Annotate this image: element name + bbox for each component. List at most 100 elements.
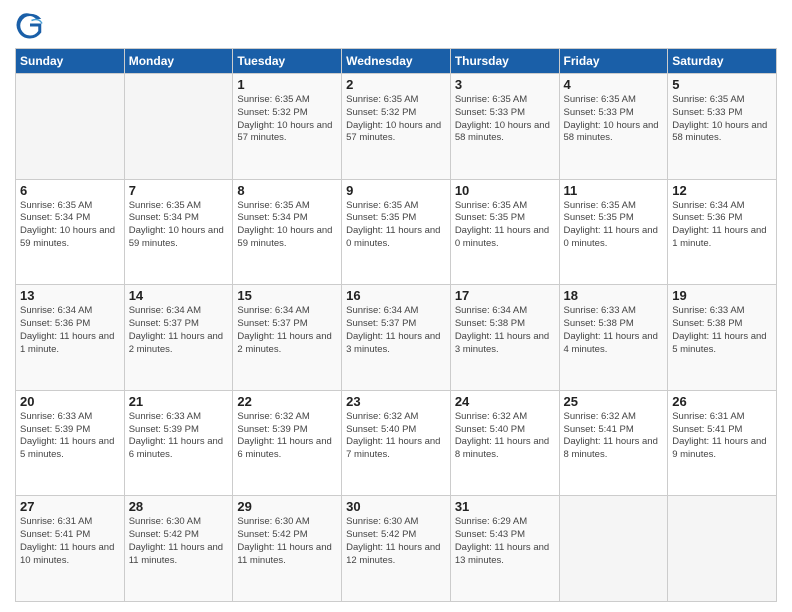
day-cell: 27Sunrise: 6:31 AM Sunset: 5:41 PM Dayli… [16,496,125,602]
day-info: Sunrise: 6:31 AM Sunset: 5:41 PM Dayligh… [672,411,772,462]
day-info: Sunrise: 6:35 AM Sunset: 5:34 PM Dayligh… [129,200,229,251]
day-cell: 4 Sunrise: 6:35 AM Sunset: 5:33 PM Daylig… [559,74,668,180]
day-cell: 18 Sunrise: 6:33 AM Sunset: 5:38 PM Dayli… [559,285,668,391]
day-number: 20 [20,394,120,409]
day-number: 30 [346,499,446,514]
day-number: 10 [455,183,555,198]
day-info: Sunrise: 6:29 AM Sunset: 5:43 PM Dayligh… [455,516,555,567]
day-cell: 21Sunrise: 6:33 AM Sunset: 5:39 PM Dayli… [124,390,233,496]
weekday-header-wednesday: Wednesday [342,49,451,74]
day-cell: 16 Sunrise: 6:34 AM Sunset: 5:37 PM Dayli… [342,285,451,391]
day-number: 24 [455,394,555,409]
day-cell [668,496,777,602]
day-cell: 5 Sunrise: 6:35 AM Sunset: 5:33 PM Daylig… [668,74,777,180]
day-number: 2 [346,77,446,92]
day-info: Sunrise: 6:33 AM Sunset: 5:39 PM Dayligh… [20,411,120,462]
day-info: Sunrise: 6:34 AM Sunset: 5:36 PM Dayligh… [20,305,120,356]
day-number: 28 [129,499,229,514]
day-cell: 31 Sunrise: 6:29 AM Sunset: 5:43 PM Dayli… [450,496,559,602]
day-cell: 7 Sunrise: 6:35 AM Sunset: 5:34 PM Daylig… [124,179,233,285]
day-info: Sunrise: 6:35 AM Sunset: 5:33 PM Dayligh… [672,94,772,145]
day-number: 3 [455,77,555,92]
day-info: Sunrise: 6:35 AM Sunset: 5:33 PM Dayligh… [455,94,555,145]
day-cell: 26 Sunrise: 6:31 AM Sunset: 5:41 PM Dayli… [668,390,777,496]
day-number: 8 [237,183,337,198]
day-info: Sunrise: 6:35 AM Sunset: 5:34 PM Dayligh… [237,200,337,251]
day-info: Sunrise: 6:34 AM Sunset: 5:36 PM Dayligh… [672,200,772,251]
day-number: 11 [564,183,664,198]
day-number: 9 [346,183,446,198]
day-cell [559,496,668,602]
day-number: 4 [564,77,664,92]
day-cell: 11 Sunrise: 6:35 AM Sunset: 5:35 PM Dayli… [559,179,668,285]
day-cell: 12 Sunrise: 6:34 AM Sunset: 5:36 PM Dayli… [668,179,777,285]
day-number: 18 [564,288,664,303]
header [15,10,777,40]
day-cell: 25 Sunrise: 6:32 AM Sunset: 5:41 PM Dayli… [559,390,668,496]
day-info: Sunrise: 6:34 AM Sunset: 5:38 PM Dayligh… [455,305,555,356]
day-number: 25 [564,394,664,409]
day-number: 7 [129,183,229,198]
weekday-header-tuesday: Tuesday [233,49,342,74]
day-number: 19 [672,288,772,303]
day-cell: 17 Sunrise: 6:34 AM Sunset: 5:38 PM Dayli… [450,285,559,391]
weekday-header-sunday: Sunday [16,49,125,74]
calendar-table: SundayMondayTuesdayWednesdayThursdayFrid… [15,48,777,602]
day-cell: 1Sunrise: 6:35 AM Sunset: 5:32 PM Daylig… [233,74,342,180]
week-row-1: 1 Sunrise: 6:35 AM Sunset: 5:32 PM Daylig… [16,74,777,180]
day-cell: 15Sunrise: 6:34 AM Sunset: 5:37 PM Dayli… [233,285,342,391]
day-number: 6 [20,183,120,198]
day-cell: 13 Sunrise: 6:34 AM Sunset: 5:36 PM Dayli… [16,285,125,391]
day-number: 31 [455,499,555,514]
day-cell: 9 Sunrise: 6:35 AM Sunset: 5:35 PM Daylig… [342,179,451,285]
day-number: 12 [672,183,772,198]
day-number: 5 [672,77,772,92]
day-number: 14 [129,288,229,303]
week-row-5: 27Sunrise: 6:31 AM Sunset: 5:41 PM Dayli… [16,496,777,602]
day-info: Sunrise: 6:34 AM Sunset: 5:37 PM Dayligh… [346,305,446,356]
day-info: Sunrise: 6:35 AM Sunset: 5:32 PM Dayligh… [346,94,446,145]
day-number: 26 [672,394,772,409]
week-row-4: 20 Sunrise: 6:33 AM Sunset: 5:39 PM Dayli… [16,390,777,496]
day-cell: 29Sunrise: 6:30 AM Sunset: 5:42 PM Dayli… [233,496,342,602]
weekday-header-thursday: Thursday [450,49,559,74]
day-number: 22 [237,394,337,409]
day-info: Sunrise: 6:35 AM Sunset: 5:35 PM Dayligh… [455,200,555,251]
weekday-header-friday: Friday [559,49,668,74]
page: SundayMondayTuesdayWednesdayThursdayFrid… [0,0,792,612]
day-cell: 3 Sunrise: 6:35 AM Sunset: 5:33 PM Daylig… [450,74,559,180]
day-cell: 2 Sunrise: 6:35 AM Sunset: 5:32 PM Daylig… [342,74,451,180]
day-cell: 28 Sunrise: 6:30 AM Sunset: 5:42 PM Dayli… [124,496,233,602]
day-info: Sunrise: 6:32 AM Sunset: 5:40 PM Dayligh… [346,411,446,462]
day-cell: 10 Sunrise: 6:35 AM Sunset: 5:35 PM Dayli… [450,179,559,285]
day-cell: 20 Sunrise: 6:33 AM Sunset: 5:39 PM Dayli… [16,390,125,496]
day-number: 17 [455,288,555,303]
day-cell: 22Sunrise: 6:32 AM Sunset: 5:39 PM Dayli… [233,390,342,496]
day-cell: 24 Sunrise: 6:32 AM Sunset: 5:40 PM Dayli… [450,390,559,496]
day-number: 13 [20,288,120,303]
day-number: 16 [346,288,446,303]
day-cell: 23 Sunrise: 6:32 AM Sunset: 5:40 PM Dayli… [342,390,451,496]
day-number: 23 [346,394,446,409]
day-info: Sunrise: 6:33 AM Sunset: 5:38 PM Dayligh… [672,305,772,356]
day-info: Sunrise: 6:30 AM Sunset: 5:42 PM Dayligh… [129,516,229,567]
day-info: Sunrise: 6:34 AM Sunset: 5:37 PM Dayligh… [237,305,337,356]
day-number: 21 [129,394,229,409]
day-cell: 8 Sunrise: 6:35 AM Sunset: 5:34 PM Daylig… [233,179,342,285]
day-info: Sunrise: 6:35 AM Sunset: 5:34 PM Dayligh… [20,200,120,251]
day-info: Sunrise: 6:32 AM Sunset: 5:41 PM Dayligh… [564,411,664,462]
day-info: Sunrise: 6:31 AM Sunset: 5:41 PM Dayligh… [20,516,120,567]
weekday-header-monday: Monday [124,49,233,74]
day-number: 29 [237,499,337,514]
day-info: Sunrise: 6:32 AM Sunset: 5:40 PM Dayligh… [455,411,555,462]
weekday-header-saturday: Saturday [668,49,777,74]
day-info: Sunrise: 6:33 AM Sunset: 5:38 PM Dayligh… [564,305,664,356]
day-info: Sunrise: 6:35 AM Sunset: 5:33 PM Dayligh… [564,94,664,145]
day-info: Sunrise: 6:35 AM Sunset: 5:35 PM Dayligh… [346,200,446,251]
day-info: Sunrise: 6:35 AM Sunset: 5:35 PM Dayligh… [564,200,664,251]
day-cell: 30 Sunrise: 6:30 AM Sunset: 5:42 PM Dayli… [342,496,451,602]
logo [15,10,49,40]
day-info: Sunrise: 6:30 AM Sunset: 5:42 PM Dayligh… [346,516,446,567]
week-row-2: 6 Sunrise: 6:35 AM Sunset: 5:34 PM Daylig… [16,179,777,285]
day-number: 1 [237,77,337,92]
